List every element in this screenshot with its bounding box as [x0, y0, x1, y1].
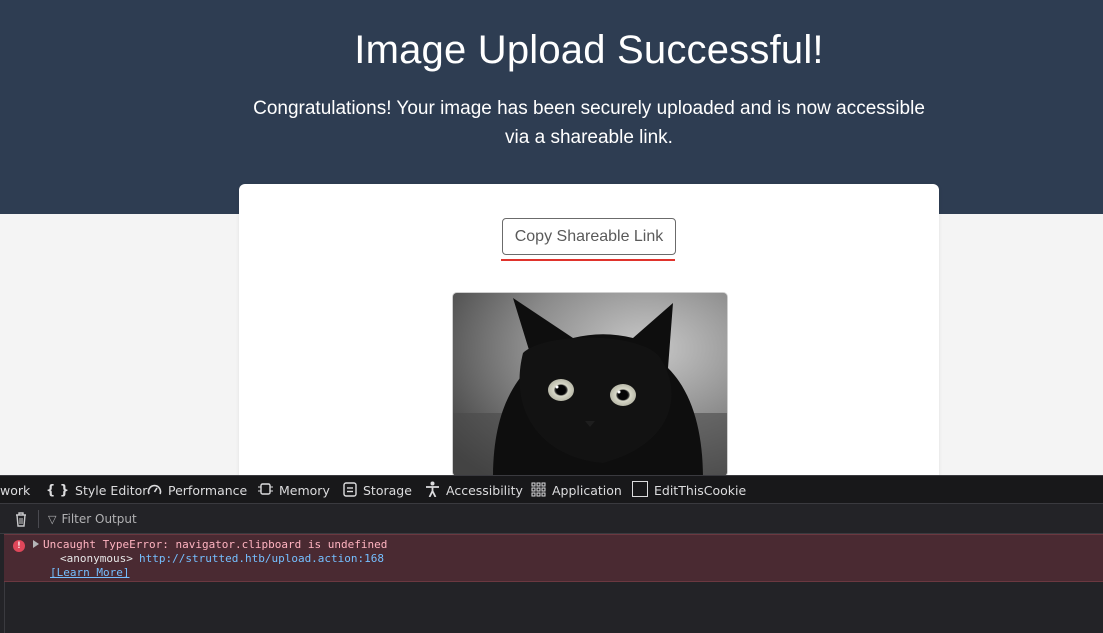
tab-label: Application: [552, 483, 622, 498]
tab-label: Accessibility: [446, 483, 523, 498]
error-icon: !: [13, 540, 25, 552]
focus-underline: [501, 259, 675, 261]
tab-storage[interactable]: Storage: [343, 476, 412, 505]
gauge-icon: [147, 483, 162, 499]
hero-banner: Image Upload Successful! Congratulations…: [0, 0, 1103, 214]
filter-icon: ▽: [48, 512, 57, 526]
trash-icon[interactable]: [13, 511, 29, 527]
page-title: Image Upload Successful!: [354, 28, 824, 72]
tab-performance[interactable]: Performance: [147, 476, 247, 505]
tab-label: EditThisCookie: [654, 483, 747, 498]
expand-triangle-icon[interactable]: [33, 540, 39, 548]
devtools-panel: work { } Style Editor Performance Memory…: [0, 475, 1103, 633]
tab-network[interactable]: work: [0, 476, 30, 505]
storage-icon: [343, 481, 357, 500]
filter-placeholder: Filter Output: [61, 512, 137, 526]
tab-application[interactable]: Application: [531, 476, 622, 505]
tab-style-editor[interactable]: { } Style Editor: [46, 476, 147, 505]
tab-label: Style Editor: [75, 483, 148, 498]
error-text: Uncaught TypeError: navigator.clipboard …: [43, 538, 388, 551]
devtools-tabbar: work { } Style Editor Performance Memory…: [0, 475, 1103, 504]
tab-label: Performance: [168, 483, 248, 498]
filter-output-input[interactable]: ▽ Filter Output: [48, 512, 137, 526]
console-toolbar: ▽ Filter Output: [0, 504, 1103, 534]
page-subtitle: Congratulations! Your image has been sec…: [253, 98, 925, 148]
stack-location-link[interactable]: http://strutted.htb/upload.action:168: [139, 552, 384, 565]
toolbar-divider: [38, 510, 39, 528]
grid-icon: [531, 482, 546, 500]
tab-label: Storage: [363, 483, 412, 498]
copy-shareable-link-button[interactable]: Copy Shareable Link: [502, 218, 676, 255]
tab-editthiscookie[interactable]: EditThisCookie: [632, 476, 746, 505]
braces-icon: { }: [46, 483, 70, 498]
uploaded-image: [452, 292, 728, 477]
console-error-message[interactable]: ! Uncaught TypeError: navigator.clipboar…: [4, 534, 1103, 582]
chip-icon: [258, 482, 273, 499]
learn-more-link[interactable]: [Learn More]: [50, 566, 129, 579]
stack-function: <anonymous>: [60, 552, 133, 565]
tab-memory[interactable]: Memory: [258, 476, 330, 505]
accessibility-icon: [425, 481, 440, 500]
tab-label: work: [0, 483, 31, 498]
upload-result-card: Copy Shareable Link: [239, 184, 939, 504]
tab-label: Memory: [279, 483, 330, 498]
square-icon: [632, 481, 648, 500]
tab-accessibility[interactable]: Accessibility: [425, 476, 523, 505]
